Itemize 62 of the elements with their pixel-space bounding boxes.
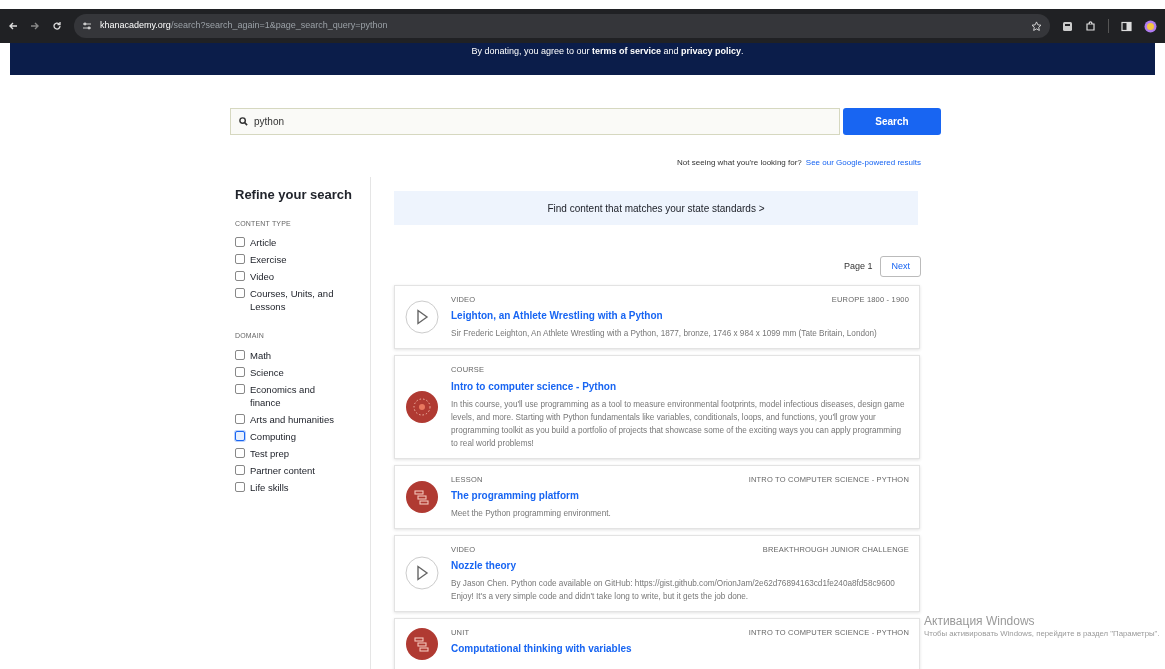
search-button[interactable]: Search [843, 108, 941, 135]
checkbox-label: Video [250, 270, 276, 283]
checkbox-label: Arts and humanities [250, 412, 335, 426]
lesson-icon [405, 627, 439, 661]
checkbox[interactable] [235, 254, 245, 264]
result-description: By Jason Chen. Python code available on GitHub: https://gist.github.com/OrionJam/2e62d76894163cd1fe240a8fd58c9600 Enjoy! It's a very simple code and didn't take long to write, but it gets the job done. [451, 578, 896, 603]
course-icon [405, 389, 439, 424]
forward-icon[interactable] [30, 21, 40, 31]
back-icon[interactable] [8, 21, 18, 31]
result-description: Sir Frederic Leighton, An Athlete Wrestling with a Python, 1877, bronze, 1746 x 984 x 1099 mm (Tate Britain, London) [451, 328, 878, 341]
next-button[interactable]: Next [880, 256, 921, 277]
side-panel-icon[interactable] [1121, 20, 1132, 32]
sidebar-title: Refine your search [235, 186, 354, 204]
checkbox-label: Life skills [250, 480, 290, 494]
checkbox[interactable] [235, 366, 245, 377]
result-description: Meet the Python programming environment. [451, 507, 612, 520]
profile-avatar-icon[interactable] [1144, 19, 1157, 33]
lesson-icon [405, 479, 439, 514]
result-card[interactable] [394, 355, 920, 459]
search-field[interactable]: python [230, 108, 840, 135]
checkbox[interactable] [235, 349, 245, 360]
page-label: Page 1 [843, 259, 873, 273]
note-text: Not seeing what you're looking for? [677, 157, 802, 169]
result-card[interactable] [394, 534, 920, 612]
checkbox[interactable] [235, 288, 245, 298]
site-settings-icon[interactable] [82, 21, 92, 31]
checkbox-label: Science [250, 365, 285, 379]
checkbox-label: Article [250, 236, 278, 249]
checkbox[interactable] [235, 383, 245, 394]
result-title-link[interactable]: Computational thinking with variables [451, 641, 909, 657]
checkbox[interactable] [235, 430, 245, 441]
result-title-link[interactable]: Nozzle theory [451, 558, 909, 573]
google-results-link[interactable]: See our Google-powered results [805, 157, 921, 169]
result-title-link[interactable]: The programming platform [451, 487, 909, 503]
checkbox[interactable] [235, 464, 245, 475]
address-bar[interactable]: khanacademy.org/search?search_again=1&page_search_query=python [74, 14, 1050, 38]
activation-title: Активация Windows [924, 614, 1036, 629]
checkbox-label: Exercise [250, 253, 288, 266]
puzzle-icon[interactable] [1085, 20, 1096, 32]
result-title-link[interactable]: Intro to computer science - Python [451, 378, 909, 394]
checkbox-label: Courses, Units, and Lessons [250, 287, 335, 313]
checkbox[interactable] [235, 237, 245, 247]
bookmark-star-icon[interactable] [1031, 20, 1042, 32]
play-icon [405, 556, 439, 591]
search-icon [239, 117, 248, 126]
play-icon [405, 300, 439, 335]
checkbox-label: Math [250, 348, 273, 362]
checkbox-label: Computing [250, 429, 297, 443]
reload-icon[interactable] [52, 21, 62, 31]
checkbox-label: Partner content [250, 463, 316, 477]
extension-icon[interactable] [1062, 20, 1073, 32]
url-text: khanacademy.org/search?search_again=1&page_search_query=python [100, 19, 388, 33]
checkbox[interactable] [235, 413, 245, 424]
checkbox[interactable] [235, 447, 245, 458]
checkbox-label: Economics and finance [250, 382, 316, 409]
standards-banner[interactable]: Find content that matches your state standards > [394, 191, 918, 225]
checkbox[interactable] [235, 481, 245, 492]
result-description: In this course, you'll use programming as a tool to measure environmental footprints, model infectious diseases, design game levels, and more. Starting with Python fundamentals like variables, conditionals, loops, and functions, you'll grow your programming toolkit as you build a portfolio of projects that showcase some of the exciting ways you can apply programming to real world problems! [451, 398, 906, 450]
checkbox-label: Test prep [250, 446, 291, 460]
result-title-link[interactable]: Leighton, an Athlete Wrestling with a Python [451, 308, 909, 324]
banner-text: By donating, you agree to our terms of service and privacy policy. [471, 45, 744, 58]
checkbox[interactable] [235, 271, 245, 281]
